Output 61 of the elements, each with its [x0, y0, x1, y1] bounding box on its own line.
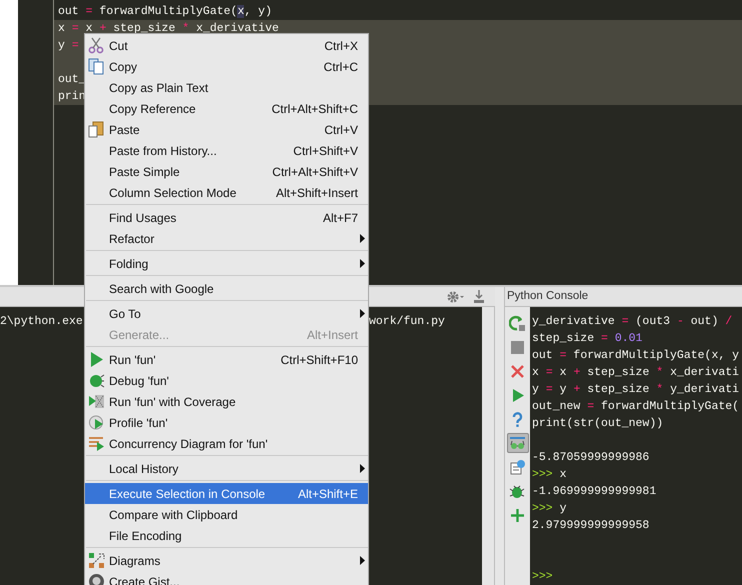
- menu-item[interactable]: Column Selection Mode Alt+Shift+Insert: [85, 182, 368, 203]
- menu-item[interactable]: Search with Google: [85, 278, 368, 299]
- output-text: work/fun.py: [369, 314, 445, 330]
- menu-item[interactable]: Run 'fun' Ctrl+Shift+F10: [85, 349, 368, 370]
- code-line: >>> y: [531, 501, 568, 517]
- copy-icon: [88, 58, 105, 75]
- menu-item[interactable]: Run 'fun' with Coverage: [85, 391, 368, 412]
- code-line: print(str(out_new)): [531, 416, 664, 432]
- menu-item[interactable]: Paste from History... Ctrl+Shift+V: [85, 140, 368, 161]
- code-line: >>> x: [531, 467, 568, 483]
- profile-icon: [88, 414, 105, 431]
- code-line: >>>: [531, 569, 554, 585]
- coverage-icon: [88, 393, 105, 410]
- menu-item[interactable]: Find Usages Alt+F7: [85, 207, 368, 228]
- output-text: 2\python.exe: [0, 315, 83, 328]
- menu-item[interactable]: Refactor: [85, 228, 368, 249]
- submenu-arrow-icon: [360, 234, 365, 243]
- code-line: -5.87059999999986: [531, 450, 650, 466]
- submenu-arrow-icon: [360, 309, 365, 318]
- menu-item[interactable]: Cut Ctrl+X: [85, 35, 368, 56]
- diagram-icon: [88, 552, 105, 569]
- menu-item[interactable]: Local History: [85, 458, 368, 479]
- rerun-icon: [509, 314, 526, 332]
- code-line: step_size = 0.01: [531, 331, 644, 347]
- code-line: x = x + step_size * x_derivati: [531, 365, 740, 381]
- code-line: out_new = forwardMultiplyGate(: [531, 399, 740, 415]
- submenu-arrow-icon: [360, 259, 365, 268]
- glasses-icon: [509, 434, 526, 452]
- download-icon[interactable]: [473, 290, 485, 303]
- glasses-button[interactable]: [506, 433, 528, 453]
- code-line: out = forwardMultiplyGate(x, y): [57, 4, 273, 20]
- code-line: y_derivative = (out3 - out) /: [531, 314, 734, 330]
- menu-item[interactable]: Profile 'fun': [85, 412, 368, 433]
- close-icon: [509, 362, 526, 380]
- menu-item[interactable]: Debug 'fun': [85, 370, 368, 391]
- panel-title: Python Console: [507, 288, 588, 304]
- menu-item[interactable]: Folding: [85, 253, 368, 274]
- menu-item[interactable]: File Encoding: [85, 525, 368, 546]
- menu-item[interactable]: Diagrams: [85, 550, 368, 571]
- code-line: y = y + step_size * y_derivati: [531, 382, 740, 398]
- menu-item[interactable]: Paste Simple Ctrl+Alt+Shift+V: [85, 161, 368, 182]
- code-line: 2.979999999999958: [531, 518, 650, 534]
- history-icon: [509, 458, 526, 476]
- menu-item[interactable]: Execute Selection in Console Alt+Shift+E: [85, 483, 368, 504]
- bug-icon: [509, 482, 526, 500]
- run-icon: [88, 351, 105, 368]
- bug-icon: [88, 372, 105, 389]
- submenu-arrow-icon: [360, 556, 365, 565]
- submenu-arrow-icon: [360, 464, 365, 473]
- code-line: -1.969999999999981: [531, 484, 658, 500]
- scissors-icon: [88, 37, 105, 54]
- menu-item[interactable]: Concurrency Diagram for 'fun': [85, 433, 368, 454]
- add-icon: [509, 506, 526, 524]
- code-line: out = forwardMultiplyGate(x, y: [531, 348, 740, 364]
- settings-icon[interactable]: [447, 290, 465, 302]
- menu-item[interactable]: Go To: [85, 303, 368, 324]
- clipboard-icon: [88, 121, 105, 138]
- menu-item[interactable]: Compare with Clipboard: [85, 504, 368, 525]
- concurrency-icon: [88, 435, 105, 452]
- menu-item[interactable]: Paste Ctrl+V: [85, 119, 368, 140]
- stop-icon: [509, 338, 526, 356]
